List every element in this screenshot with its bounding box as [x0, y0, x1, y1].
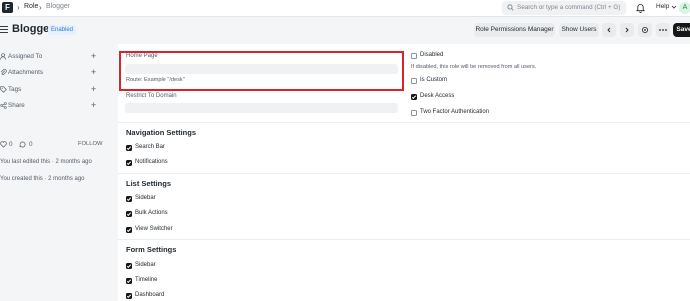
- created-text: You created this · 2 months ago: [0, 176, 85, 182]
- restrict-to-domain-label: Restrict To Domain: [126, 93, 177, 99]
- add-attachment-icon[interactable]: +: [91, 67, 96, 77]
- timeline-label: Timeline: [135, 277, 158, 283]
- sidebar-item-label: Assigned To: [8, 53, 43, 60]
- add-tag-icon[interactable]: +: [91, 84, 96, 94]
- sidebar-item-share[interactable]: Share +: [0, 100, 98, 112]
- is-custom-checkbox[interactable]: [411, 78, 417, 84]
- chevron-left-icon: [607, 27, 611, 33]
- highlight-box: [119, 51, 404, 91]
- sidebar-item-label: Attachments: [8, 69, 43, 76]
- search-bar-checkbox[interactable]: [126, 145, 132, 151]
- comment-icon[interactable]: [19, 141, 26, 148]
- ellipsis-icon: [659, 29, 667, 31]
- add-share-icon[interactable]: +: [91, 100, 96, 110]
- form-sidebar-label: Sidebar: [135, 262, 156, 268]
- navigation-settings-title: Navigation Settings: [126, 128, 197, 137]
- sidebar-item-assigned-to[interactable]: Assigned To +: [0, 51, 98, 63]
- sidebar-item-label: Tags: [8, 86, 22, 93]
- sidebar-item-label: Share: [8, 102, 25, 109]
- notification-bell-icon[interactable]: [636, 3, 645, 13]
- section-divider: [118, 239, 690, 240]
- user-add-icon: [0, 53, 7, 60]
- page-header: Blogger Enabled Role Permissions Manager…: [0, 17, 690, 44]
- share-icon: [0, 102, 7, 109]
- next-button[interactable]: [620, 23, 634, 37]
- search-icon: [507, 4, 514, 11]
- section-divider: [118, 173, 690, 174]
- list-settings-title: List Settings: [126, 179, 172, 188]
- print-button[interactable]: [638, 23, 652, 37]
- more-actions-button[interactable]: [656, 23, 670, 37]
- last-edited-text: You last edited this · 2 months ago: [0, 159, 92, 165]
- list-sidebar-label: Sidebar: [135, 195, 156, 201]
- tag-icon: [0, 86, 7, 93]
- show-users-button[interactable]: Show Users: [559, 23, 599, 37]
- status-badge: Enabled: [48, 25, 77, 35]
- like-count: 0: [9, 141, 13, 148]
- restrict-to-domain-input[interactable]: [125, 103, 398, 113]
- printer-icon: [642, 27, 648, 33]
- menu-icon[interactable]: [0, 26, 8, 33]
- disabled-checkbox[interactable]: [411, 53, 417, 59]
- search-bar-label: Search Bar: [135, 144, 166, 150]
- two-factor-label: Two Factor Authentication: [420, 109, 490, 115]
- dashboard-checkbox[interactable]: [126, 293, 132, 299]
- breadcrumb-role[interactable]: Role: [24, 3, 38, 10]
- view-switcher-checkbox[interactable]: [126, 227, 132, 233]
- two-factor-checkbox[interactable]: [411, 110, 417, 116]
- top-navbar: F › Role › Blogger Search or type a comm…: [0, 0, 690, 17]
- section-divider: [118, 122, 690, 123]
- user-avatar[interactable]: A: [679, 2, 690, 14]
- add-assignment-icon[interactable]: +: [91, 51, 96, 61]
- is-custom-label: Is Custom: [420, 77, 448, 83]
- notifications-label: Notifications: [135, 159, 168, 165]
- view-switcher-label: View Switcher: [135, 226, 173, 232]
- search-bar[interactable]: Search or type a command (Ctrl + G): [502, 1, 626, 15]
- paperclip-icon: [0, 69, 7, 76]
- search-placeholder: Search or type a command (Ctrl + G): [517, 4, 621, 11]
- previous-button[interactable]: [602, 23, 616, 37]
- desk-access-label: Desk Access: [420, 93, 455, 99]
- heart-icon[interactable]: [0, 141, 7, 148]
- role-permissions-manager-button[interactable]: Role Permissions Manager: [474, 23, 555, 37]
- likes-comments-row: 0 0 FOLLOW: [0, 140, 102, 150]
- breadcrumb-blogger[interactable]: Blogger: [46, 3, 70, 10]
- chevron-right-icon: ›: [39, 3, 42, 12]
- notifications-checkbox[interactable]: [126, 160, 132, 166]
- sidebar-item-tags[interactable]: Tags +: [0, 84, 98, 96]
- follow-button[interactable]: FOLLOW: [78, 141, 102, 147]
- chevron-right-icon: ›: [17, 3, 20, 12]
- timeline-checkbox[interactable]: [126, 278, 132, 284]
- form-sidebar-checkbox[interactable]: [126, 263, 132, 269]
- desk-access-checkbox[interactable]: [411, 94, 417, 100]
- chevron-down-icon: [671, 5, 677, 9]
- help-menu[interactable]: Help: [656, 3, 669, 10]
- chevron-right-icon: [625, 27, 629, 33]
- disabled-help-text: If disabled, this role will be removed f…: [411, 64, 537, 70]
- app-logo[interactable]: F: [2, 2, 13, 13]
- dashboard-label: Dashboard: [135, 292, 165, 298]
- bulk-actions-checkbox[interactable]: [126, 211, 132, 217]
- list-sidebar-checkbox[interactable]: [126, 196, 132, 202]
- sidebar-item-attachments[interactable]: Attachments +: [0, 67, 98, 79]
- save-button[interactable]: Save: [673, 23, 690, 37]
- comment-count: 0: [29, 141, 33, 148]
- disabled-label: Disabled: [420, 52, 444, 58]
- bulk-actions-label: Bulk Actions: [135, 210, 168, 216]
- form-settings-title: Form Settings: [126, 245, 177, 254]
